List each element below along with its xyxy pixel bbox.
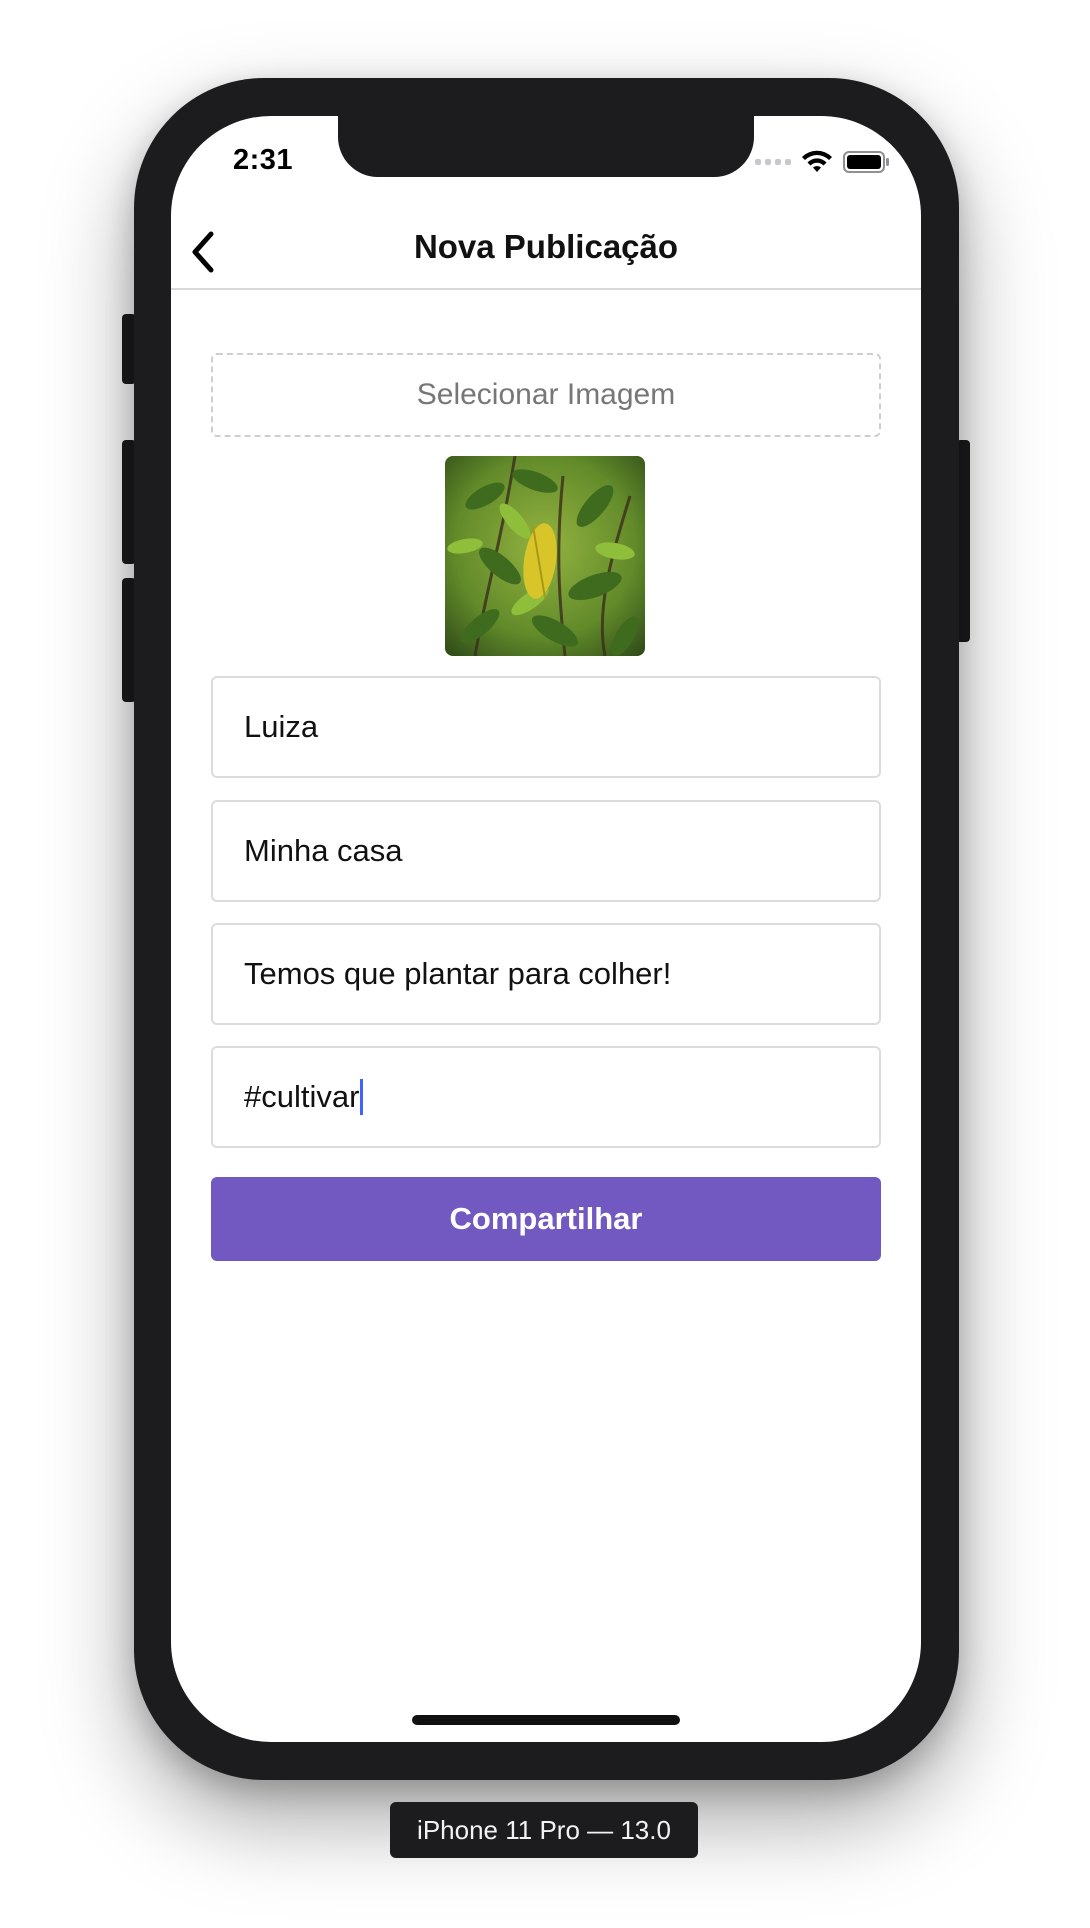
select-image-button[interactable]: Selecionar Imagem (211, 353, 881, 437)
navigation-bar: Nova Publicação (171, 206, 921, 290)
hashtags-field-value: #cultivar (244, 1079, 360, 1114)
battery-icon (843, 151, 889, 173)
status-time: 2:31 (233, 144, 294, 176)
text-caret (360, 1079, 364, 1115)
hashtags-field[interactable]: #cultivar (211, 1046, 881, 1148)
home-indicator[interactable] (412, 1715, 680, 1725)
device-label: iPhone 11 Pro — 13.0 (390, 1802, 698, 1858)
description-field-value: Temos que plantar para colher! (244, 956, 672, 991)
image-preview (445, 456, 645, 656)
status-icons (755, 150, 891, 174)
place-field-value: Minha casa (244, 833, 403, 868)
author-field-value: Luiza (244, 709, 319, 744)
notch (338, 116, 754, 177)
plant-photo (445, 456, 645, 656)
description-field[interactable]: Temos que plantar para colher! (211, 923, 881, 1025)
author-field[interactable]: Luiza (211, 676, 881, 778)
wifi-icon (802, 150, 832, 172)
share-button[interactable]: Compartilhar (211, 1177, 881, 1261)
phone-screen: 2:31 Nova Publicação Selecionar Imagem L… (171, 116, 921, 1742)
cellular-signal-icon (755, 159, 791, 165)
page-title: Nova Publicação (413, 228, 679, 265)
place-field[interactable]: Minha casa (211, 800, 881, 902)
